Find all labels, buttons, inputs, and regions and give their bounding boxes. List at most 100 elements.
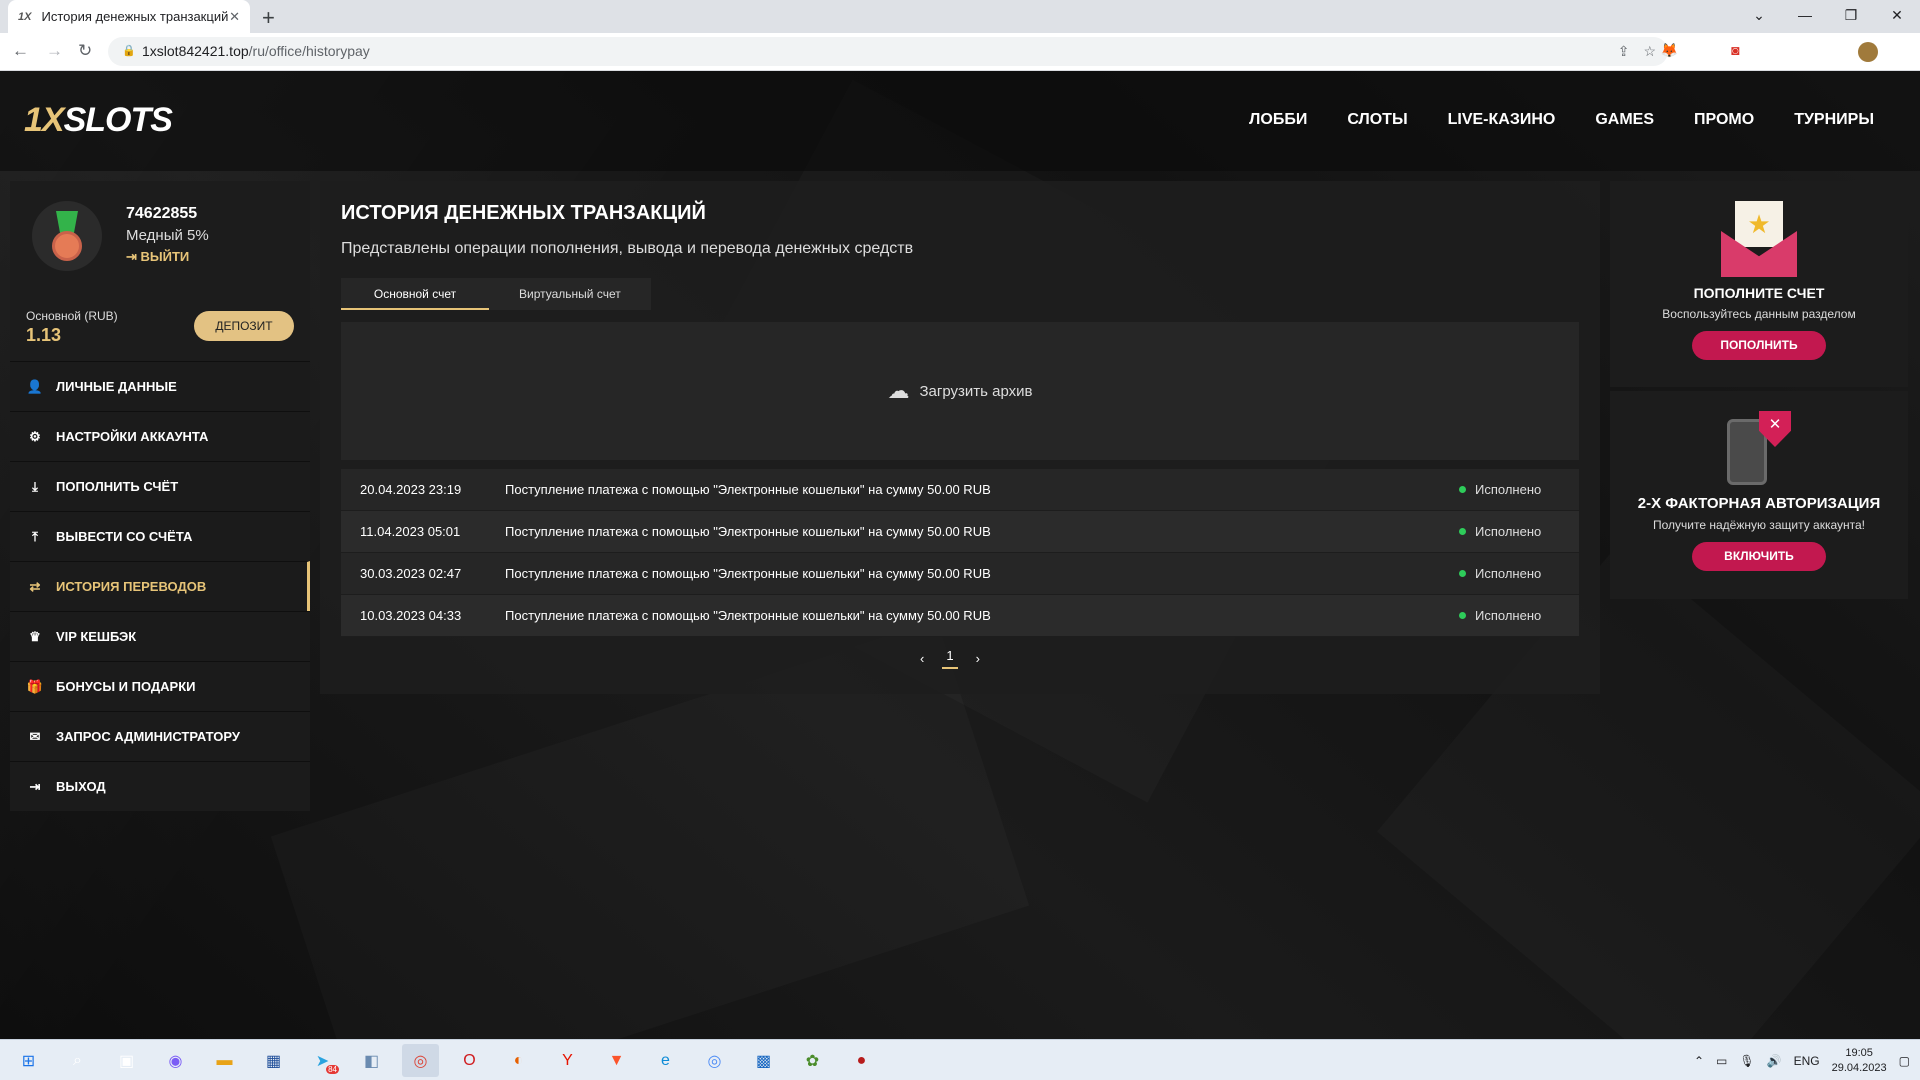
profile-card: 74622855 Медный 5% ⇥ ВЫЙТИ Основной (RUB…	[10, 181, 310, 361]
sidebar-item-deposit[interactable]: ⤓ ПОПОЛНИТЬ СЧЁТ	[10, 461, 310, 511]
forward-icon[interactable]: →	[46, 41, 63, 61]
user-icon: 👤	[26, 378, 44, 394]
file-explorer-icon[interactable]: ▬	[206, 1044, 243, 1077]
page-number[interactable]: 1	[942, 648, 958, 669]
download-archive-button[interactable]: ☁ Загрузить архив	[341, 322, 1579, 460]
store-icon[interactable]: ▦	[255, 1044, 292, 1077]
tab-search-icon[interactable]: ⌄	[1736, 0, 1782, 33]
task-view-icon[interactable]: ▣	[108, 1044, 145, 1077]
firefox-icon[interactable]: ◐	[500, 1044, 537, 1077]
sidebar-item-account-settings[interactable]: ⚙ НАСТРОЙКИ АККАУНТА	[10, 411, 310, 461]
side-panel-icon[interactable]: ▯	[1825, 42, 1844, 65]
sidebar-item-personal-data[interactable]: 👤 ЛИЧНЫЕ ДАННЫЕ	[10, 361, 310, 411]
profile-avatar[interactable]	[1858, 42, 1878, 65]
sidebar-item-exit[interactable]: ⇥ ВЫХОД	[10, 761, 310, 811]
enable-2fa-button[interactable]: ВКЛЮЧИТЬ	[1692, 542, 1826, 571]
puzzle-icon[interactable]: ✥	[1759, 42, 1778, 65]
bookmark-star-icon[interactable]: ☆	[1643, 37, 1656, 66]
tab-virtual-account[interactable]: Виртуальный счет	[489, 278, 651, 310]
lock-icon[interactable]: 🔒	[122, 37, 136, 66]
media-app-icon[interactable]: ●	[843, 1044, 880, 1077]
logout-icon: ⇥	[29, 778, 41, 794]
opera-icon[interactable]: O	[451, 1044, 488, 1077]
tray-chevron-icon[interactable]: ⌃	[1694, 1054, 1704, 1068]
table-row: 30.03.2023 02:47 Поступление платежа с п…	[341, 553, 1579, 595]
transfer-icon: ⇄	[29, 578, 41, 594]
sidebar-item-label: ЛИЧНЫЕ ДАННЫЕ	[56, 379, 177, 394]
language-indicator[interactable]: ENG	[1794, 1054, 1820, 1068]
metamask-icon[interactable]: 🦊	[1660, 42, 1679, 65]
restore-icon[interactable]: ❐	[1828, 0, 1874, 33]
game-app-icon[interactable]: ✿	[794, 1044, 831, 1077]
status-label: Исполнено	[1475, 608, 1542, 623]
edge-icon[interactable]: e	[647, 1044, 684, 1077]
status-label: Исполнено	[1475, 566, 1542, 581]
cortana-icon[interactable]: ◉	[157, 1044, 194, 1077]
sidebar-item-label: ПОПОЛНИТЬ СЧЁТ	[56, 479, 179, 494]
camera-tray-icon[interactable]: ▭	[1716, 1054, 1727, 1068]
sidebar-item-vip-cashback[interactable]: ♛ VIP КЕШБЭК	[10, 611, 310, 661]
clock[interactable]: 19:05 29.04.2023	[1832, 1046, 1887, 1076]
omnibox-actions: ⇪ ☆	[1618, 37, 1656, 66]
nav-games[interactable]: GAMES	[1595, 111, 1654, 129]
browser-tab[interactable]: 1X История денежных транзакций ✕	[8, 0, 250, 33]
gear-icon: ⚙	[29, 428, 41, 444]
sidebar-item-withdraw[interactable]: ⤒ ВЫВЕСТИ СО СЧЁТА	[10, 511, 310, 561]
next-page-icon[interactable]: ›	[976, 651, 980, 666]
logout-link[interactable]: ⇥ ВЫЙТИ	[126, 249, 189, 265]
address-bar[interactable]: 🔒 1xslot842421.top/ru/office/historypay …	[108, 37, 1668, 66]
window-controls: ⌄ — ❐ ✕	[1736, 0, 1920, 33]
logo-part1: 1X	[24, 101, 65, 139]
tx-date: 20.04.2023 23:19	[360, 482, 462, 497]
deposit-button[interactable]: ДЕПОЗИТ	[194, 311, 294, 341]
prev-page-icon[interactable]: ‹	[920, 651, 924, 666]
shield-extension-icon[interactable]: ⛉	[1693, 42, 1712, 65]
reading-list-icon[interactable]: ☰	[1792, 42, 1811, 65]
nav-tournaments[interactable]: ТУРНИРЫ	[1794, 111, 1874, 129]
tx-description: Поступление платежа с помощью "Электронн…	[505, 608, 991, 623]
tab-main-account[interactable]: Основной счет	[341, 278, 489, 310]
reload-icon[interactable]: ↻	[78, 41, 92, 61]
notifications-icon[interactable]: ▢	[1899, 1054, 1910, 1068]
sidebar-item-label: ИСТОРИЯ ПЕРЕВОДОВ	[56, 579, 207, 594]
nav-promo[interactable]: ПРОМО	[1694, 111, 1754, 129]
balance-label: Основной (RUB)	[26, 309, 118, 323]
user-id: 74622855	[126, 205, 198, 222]
back-icon[interactable]: ←	[12, 41, 29, 61]
sidebar-item-bonuses[interactable]: 🎁 БОНУСЫ И ПОДАРКИ	[10, 661, 310, 711]
chrome-dev-icon[interactable]: ◎	[696, 1044, 733, 1077]
crown-icon: ♛	[29, 628, 41, 644]
chrome-icon[interactable]: ◎	[402, 1044, 439, 1077]
nav-slots[interactable]: СЛОТЫ	[1347, 111, 1407, 129]
telegram-icon[interactable]: ➤ 84	[304, 1044, 341, 1077]
windows-start-icon[interactable]: ⊞	[10, 1044, 47, 1077]
close-window-icon[interactable]: ✕	[1874, 0, 1920, 33]
gift-icon: 🎁	[26, 678, 44, 694]
envelope-star-icon: ★	[1721, 201, 1797, 277]
sidebar-item-admin-request[interactable]: ✉ ЗАПРОС АДМИНИСТРАТОРУ	[10, 711, 310, 761]
minimize-icon[interactable]: —	[1782, 0, 1828, 33]
clock-date: 29.04.2023	[1831, 1061, 1887, 1074]
app-window-icon[interactable]: ◧	[353, 1044, 390, 1077]
yandex-icon[interactable]: Y	[549, 1044, 586, 1077]
close-tab-icon[interactable]: ✕	[229, 9, 240, 25]
status-badge: Исполнено	[1459, 482, 1579, 497]
nav-lobby[interactable]: ЛОББИ	[1249, 111, 1307, 129]
microphone-icon[interactable]: 🎙	[1739, 1054, 1754, 1068]
nav-live-casino[interactable]: LIVE-КАЗИНО	[1448, 111, 1556, 129]
url-domain: 1xslot842421.top	[142, 43, 249, 59]
table-row: 10.03.2023 04:33 Поступление платежа с п…	[341, 595, 1579, 637]
search-icon[interactable]: ⌕	[59, 1044, 96, 1077]
share-icon[interactable]: ⇪	[1618, 37, 1630, 66]
new-tab-icon[interactable]: +	[262, 5, 275, 31]
sidebar-item-transfer-history[interactable]: ⇄ ИСТОРИЯ ПЕРЕВОДОВ	[10, 561, 310, 611]
brave-icon[interactable]: ▼	[598, 1044, 635, 1077]
sidebar-menu: 👤 ЛИЧНЫЕ ДАННЫЕ ⚙ НАСТРОЙКИ АККАУНТА ⤓ П…	[10, 361, 310, 811]
top-up-button[interactable]: ПОПОЛНИТЬ	[1692, 331, 1826, 360]
app-icon[interactable]: ▩	[745, 1044, 782, 1077]
volume-icon[interactable]: 🔊	[1767, 1054, 1782, 1068]
menu-dots-icon[interactable]: ⋮	[1891, 42, 1910, 65]
camera-extension-icon[interactable]: ◙	[1726, 42, 1745, 65]
site-logo[interactable]: 1XSLOTS	[24, 101, 173, 140]
clock-time: 19:05	[1845, 1046, 1873, 1059]
